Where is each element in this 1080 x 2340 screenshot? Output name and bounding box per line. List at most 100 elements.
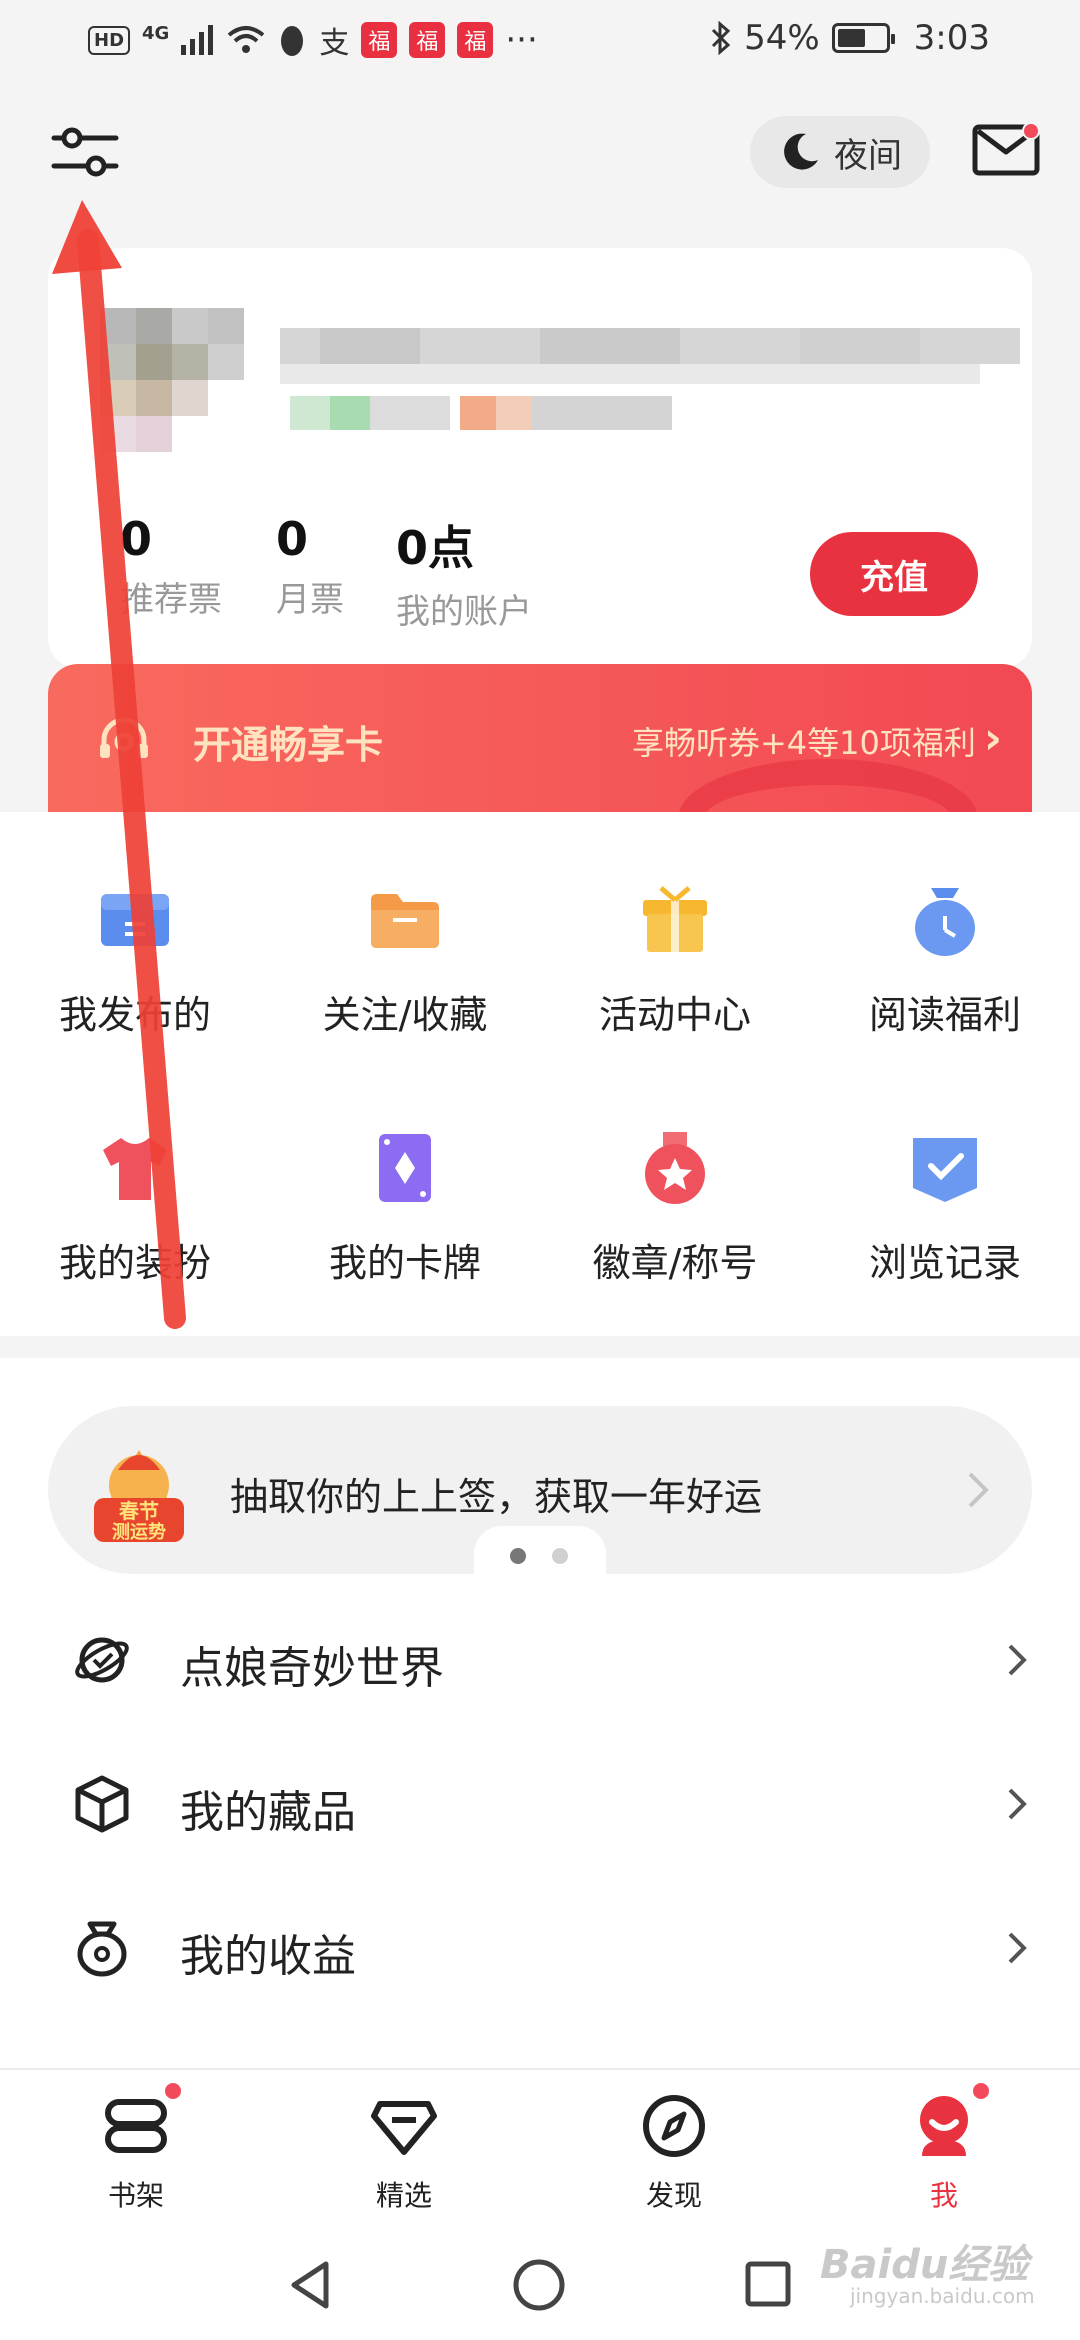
recommend-ticket-stat[interactable]: 0 推荐票: [120, 512, 222, 621]
nav-label: 精选: [375, 2179, 432, 2212]
recents-square-icon[interactable]: [744, 2260, 792, 2308]
baidu-watermark: Baidu经验 jingyan.baidu.com: [820, 2232, 1035, 2308]
account-label: 我的账户: [396, 592, 532, 632]
grid-item-history[interactable]: 浏览记录: [810, 1118, 1080, 1298]
night-mode-label: 夜间: [834, 135, 902, 176]
chevron-right-icon: [1008, 1788, 1027, 1820]
banner-decoration: [678, 759, 978, 814]
settings-button[interactable]: [50, 122, 120, 182]
bottom-navigation: 书架 精选 发现 我: [0, 2068, 1080, 2230]
nav-label: 我: [929, 2179, 958, 2212]
monthly-ticket-count: 0: [276, 512, 309, 566]
chevron-right-icon: ›: [983, 712, 1002, 764]
battery-percent: 54%: [744, 18, 820, 58]
bookshelf-badge: [162, 2080, 184, 2102]
watermark-brand: Baidu经验: [820, 2242, 1029, 2288]
vip-title: 开通畅享卡: [193, 723, 384, 767]
menu-label: 我的藏品: [180, 1787, 356, 1838]
vip-card-banner[interactable]: 开通畅享卡 享畅听券+4等10项福利 ›: [48, 664, 1032, 814]
status-bar: HD 4G 支 福 福 福 ··· 54% 3:03: [0, 0, 1080, 80]
spring-fortune-badge: 春节 测运势: [94, 1450, 184, 1543]
signal-icon: [181, 25, 214, 55]
nav-label: 发现: [645, 2179, 702, 2212]
bluetooth-icon: [712, 21, 731, 55]
blue-card-icon: [101, 894, 169, 946]
wifi-icon: [228, 26, 265, 53]
alipay-icon: 支: [319, 26, 350, 61]
grid-item-my-cards[interactable]: 我的卡牌: [270, 1118, 540, 1298]
account-stat[interactable]: 0点 我的账户: [396, 512, 532, 633]
red-envelope-icon-1: 福: [361, 22, 398, 58]
back-triangle-icon[interactable]: [286, 2258, 334, 2312]
cube-icon: [75, 1775, 129, 1833]
network-label: 4G: [142, 22, 170, 44]
medal-icon: [645, 1132, 705, 1204]
pager-tab: [474, 1526, 606, 1582]
menu-item-my-collection[interactable]: 我的藏品: [0, 1732, 1080, 1872]
watermark-domain: jingyan.baidu.com: [850, 2284, 1035, 2308]
chevron-right-icon: [1008, 1932, 1027, 1964]
vip-benefits-text: 享畅听券+4等10项福利: [631, 724, 976, 762]
hd-icon: HD: [88, 25, 131, 55]
diamond-card-icon: [379, 1134, 431, 1202]
diamond-icon: [371, 2101, 437, 2155]
badge-line2: 测运势: [112, 1521, 166, 1543]
nav-label: 书架: [107, 2179, 164, 2212]
tshirt-icon: [103, 1138, 167, 1200]
grid-item-reading-rewards[interactable]: 阅读福利: [810, 870, 1080, 1050]
menu-label: 我的收益: [180, 1931, 356, 1982]
blurred-user-info: [100, 308, 1020, 452]
grid-label: 浏览记录: [868, 1241, 1021, 1285]
sliders-icon: [51, 127, 119, 177]
chevron-right-icon: [968, 1472, 989, 1508]
money-bag-icon: [77, 1921, 127, 1977]
monthly-ticket-label: 月票: [276, 580, 344, 620]
grid-label: 徽章/称号: [592, 1241, 758, 1285]
profile-mascot-icon: [920, 2096, 968, 2156]
mail-unread-dot: [1022, 122, 1040, 140]
grid-item-my-outfits[interactable]: 我的装扮: [0, 1118, 270, 1298]
grid-label: 阅读福利: [868, 993, 1021, 1037]
gift-box-icon: [643, 886, 707, 952]
planet-icon: [75, 1637, 129, 1683]
nav-discover[interactable]: 发现: [574, 2090, 774, 2220]
pager-dot[interactable]: [552, 1548, 568, 1564]
moon-icon: [784, 133, 818, 170]
recharge-button[interactable]: 充值: [810, 532, 978, 616]
chevron-right-icon: [1008, 1644, 1027, 1676]
feature-grid: 我发布的 关注/收藏 活动中心 阅读福利 我的装扮 我的卡牌 徽章/称号 浏览记…: [0, 812, 1080, 1336]
nav-bookshelf[interactable]: 书架: [36, 2090, 236, 2220]
folder-icon: [371, 894, 439, 948]
headphones-icon: [100, 717, 148, 758]
nav-me[interactable]: 我: [844, 2090, 1044, 2220]
pager-dot-active[interactable]: [510, 1548, 526, 1564]
monthly-ticket-stat[interactable]: 0 月票: [276, 512, 344, 621]
nav-featured[interactable]: 精选: [304, 2090, 504, 2220]
grid-item-my-posts[interactable]: 我发布的: [0, 870, 270, 1050]
grid-item-follow-favorites[interactable]: 关注/收藏: [270, 870, 540, 1050]
recommend-ticket-label: 推荐票: [120, 580, 222, 620]
vip-benefits-link[interactable]: 享畅听券+4等10项福利 ›: [631, 713, 1002, 764]
grid-label: 我的卡牌: [328, 1241, 481, 1285]
more-notifications: ···: [505, 20, 538, 60]
grid-item-badges-titles[interactable]: 徽章/称号: [540, 1118, 810, 1298]
menu-item-my-earnings[interactable]: 我的收益: [0, 1876, 1080, 2016]
check-shield-icon: [913, 1138, 977, 1202]
grid-label: 我发布的: [58, 993, 211, 1037]
grid-label: 我的装扮: [58, 1241, 211, 1285]
bookshelf-icon: [105, 2099, 167, 2153]
recommend-ticket-count: 0: [120, 512, 153, 566]
clock: 3:03: [913, 18, 990, 58]
night-mode-button[interactable]: 夜间: [750, 116, 930, 188]
battery-icon: [831, 23, 895, 53]
compass-icon: [643, 2095, 705, 2157]
badge-line1: 春节: [118, 1499, 159, 1523]
home-circle-icon[interactable]: [512, 2258, 566, 2312]
grid-item-activity-center[interactable]: 活动中心: [540, 870, 810, 1050]
grid-label: 关注/收藏: [322, 993, 488, 1037]
account-balance: 0点: [396, 521, 475, 575]
menu-item-wonder-world[interactable]: 点娘奇妙世界: [0, 1588, 1080, 1728]
lottery-text: 抽取你的上上签，获取一年好运: [230, 1475, 763, 1519]
red-envelope-icon-3: 福: [457, 22, 494, 58]
grid-label: 活动中心: [598, 993, 751, 1037]
